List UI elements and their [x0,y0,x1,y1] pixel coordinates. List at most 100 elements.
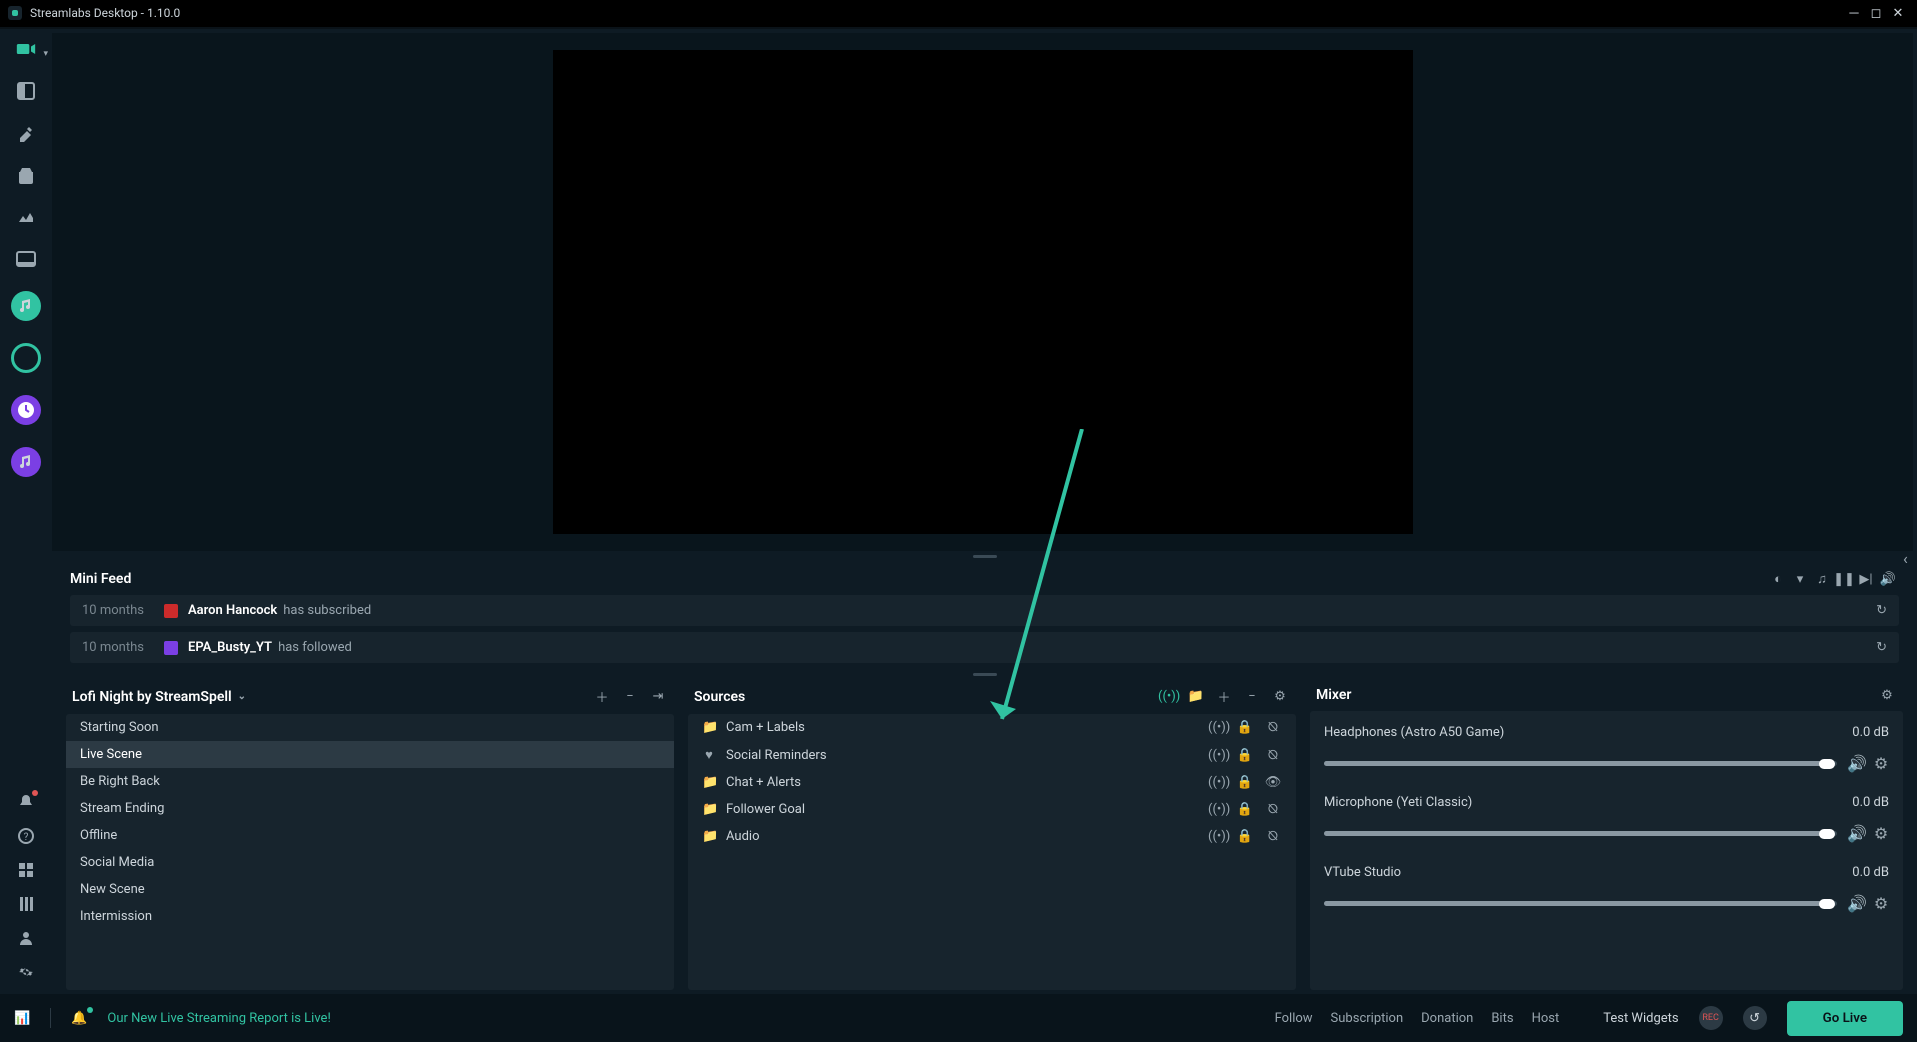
scene-item[interactable]: Social Media [66,849,674,876]
scene-item[interactable]: Intermission [66,903,674,930]
feed-volume-icon[interactable]: 🔊 [1877,572,1899,587]
sources-folder-icon[interactable]: 📁 [1186,689,1206,704]
channel-settings-icon[interactable]: ⚙ [1873,894,1889,913]
feed-music-icon[interactable]: ♫ [1811,571,1833,587]
volume-icon[interactable]: 🔊 [1847,754,1863,773]
lock-icon[interactable]: 🔒 [1236,775,1254,790]
alert-donation-button[interactable]: Donation [1421,1011,1473,1026]
source-item[interactable]: ♥ Social Reminders ((•)) 🔒 ⦰ [688,741,1296,769]
feed-filter-icon[interactable]: ▾ [1789,572,1811,587]
volume-slider[interactable] [1324,901,1837,906]
volume-slider[interactable] [1324,831,1837,836]
source-item[interactable]: 📁 Audio ((•)) 🔒 ⦰ [688,823,1296,850]
plugin-schedule-icon[interactable] [11,395,41,425]
footer-message[interactable]: Our New Live Streaming Report is Live! [107,1011,330,1026]
notification-icon[interactable]: 🔔 [71,1011,87,1026]
feed-ago: 10 months [82,640,154,655]
vertical-resize-handle-2[interactable] [52,669,1917,679]
feed-pause-icon[interactable]: ❚❚ [1833,572,1855,587]
scene-item[interactable]: Stream Ending [66,795,674,822]
plugin-music-icon[interactable] [11,447,41,477]
feed-repeat-icon[interactable]: ↻ [1876,640,1887,655]
source-item[interactable]: 📁 Chat + Alerts ((•)) 🔒 👁 [688,769,1296,796]
source-item[interactable]: 📁 Cam + Labels ((•)) 🔒 ⦰ [688,714,1296,741]
scene-item[interactable]: New Scene [66,876,674,903]
help-icon[interactable]: ? [16,826,36,846]
add-source-icon[interactable]: ＋ [1214,687,1234,706]
alert-host-button[interactable]: Host [1532,1011,1560,1026]
live-icon[interactable]: ((•)) [1208,802,1226,817]
editor-icon[interactable]: ▾ [16,39,36,59]
record-button[interactable]: REC [1699,1006,1723,1030]
mixer-settings-icon[interactable]: ⚙ [1877,688,1897,703]
eye-off-icon[interactable]: ⦰ [1264,829,1282,844]
themes-icon[interactable] [16,123,36,143]
add-scene-icon[interactable]: ＋ [592,687,612,706]
go-live-button[interactable]: Go Live [1787,1001,1903,1036]
lock-icon[interactable]: 🔒 [1236,829,1254,844]
scenes-list: Starting Soon Live Scene Be Right Back S… [66,714,674,990]
eye-off-icon[interactable]: ⦰ [1264,748,1282,763]
sources-live-icon[interactable]: ((•)) [1158,689,1178,704]
maximize-button[interactable]: ◻ [1865,6,1887,21]
volume-slider[interactable] [1324,761,1837,766]
volume-icon[interactable]: 🔊 [1847,824,1863,843]
lock-icon[interactable]: 🔒 [1236,748,1254,763]
feed-repeat-icon[interactable]: ↻ [1876,603,1887,618]
notification-bell-icon[interactable] [16,792,36,812]
feed-skip-icon[interactable]: ▶| [1855,572,1877,587]
scene-item[interactable]: Offline [66,822,674,849]
minimize-button[interactable]: ─ [1843,5,1865,21]
plugin-melody-icon[interactable] [11,291,41,321]
feed-name: Aaron Hancock [188,603,277,618]
eye-icon[interactable]: 👁 [1264,775,1282,790]
chevron-down-icon: ⌄ [238,691,246,702]
transition-icon[interactable]: ⇥ [648,689,668,704]
plugin-prime-icon[interactable] [5,337,47,379]
source-item[interactable]: 📁 Follower Goal ((•)) 🔒 ⦰ [688,796,1296,823]
close-button[interactable]: ✕ [1887,6,1909,21]
scene-item[interactable]: Be Right Back [66,768,674,795]
sources-settings-icon[interactable]: ⚙ [1270,689,1290,704]
replay-button[interactable]: ↺ [1743,1006,1767,1030]
scene-item[interactable]: Live Scene [66,741,674,768]
settings-gear-icon[interactable] [16,962,36,982]
volume-icon[interactable]: 🔊 [1847,894,1863,913]
sources-panel: Sources ((•)) 📁 ＋ − ⚙ 📁 Cam + Labels ((•… [688,679,1296,990]
grid-icon[interactable] [16,860,36,880]
channel-settings-icon[interactable]: ⚙ [1873,754,1889,773]
live-icon[interactable]: ((•)) [1208,775,1226,790]
scene-collection-dropdown[interactable]: Lofi Night by StreamSpell ⌄ [72,689,246,705]
expand-right-panel-icon[interactable]: ‹ [1903,549,1917,569]
alert-bits-button[interactable]: Bits [1491,1011,1513,1026]
remove-scene-icon[interactable]: − [620,689,640,704]
scene-item[interactable]: Starting Soon [66,714,674,741]
feed-shield-icon[interactable]: ◐ [1767,571,1789,587]
preview-canvas[interactable] [553,50,1413,534]
remove-source-icon[interactable]: − [1242,689,1262,704]
vertical-resize-handle[interactable] [52,551,1917,561]
alert-follow-button[interactable]: Follow [1275,1011,1313,1026]
appstore-icon[interactable] [16,165,36,185]
scene-collection-label: Lofi Night by StreamSpell [72,689,232,705]
user-icon[interactable] [16,928,36,948]
channel-settings-icon[interactable]: ⚙ [1873,824,1889,843]
mixer-panel: Mixer ⚙ Headphones (Astro A50 Game) 0.0 … [1310,679,1903,990]
scheduler-icon[interactable] [16,894,36,914]
feed-row[interactable]: 10 months Aaron Hancock has subscribed ↻ [70,595,1899,626]
test-widgets-button[interactable]: Test Widgets [1603,1011,1678,1026]
highlighter-icon[interactable] [16,249,36,269]
mixer-channel-name: Headphones (Astro A50 Game) [1324,725,1852,740]
live-icon[interactable]: ((•)) [1208,720,1226,735]
stats-icon[interactable]: 📊 [14,1011,30,1026]
layout-icon[interactable] [16,81,36,101]
live-icon[interactable]: ((•)) [1208,748,1226,763]
feed-row[interactable]: 10 months EPA_Busty_YT has followed ↻ [70,632,1899,663]
alert-subscription-button[interactable]: Subscription [1331,1011,1404,1026]
live-icon[interactable]: ((•)) [1208,829,1226,844]
dashboard-icon[interactable] [16,207,36,227]
eye-off-icon[interactable]: ⦰ [1264,720,1282,735]
lock-icon[interactable]: 🔒 [1236,720,1254,735]
eye-off-icon[interactable]: ⦰ [1264,802,1282,817]
lock-icon[interactable]: 🔒 [1236,802,1254,817]
